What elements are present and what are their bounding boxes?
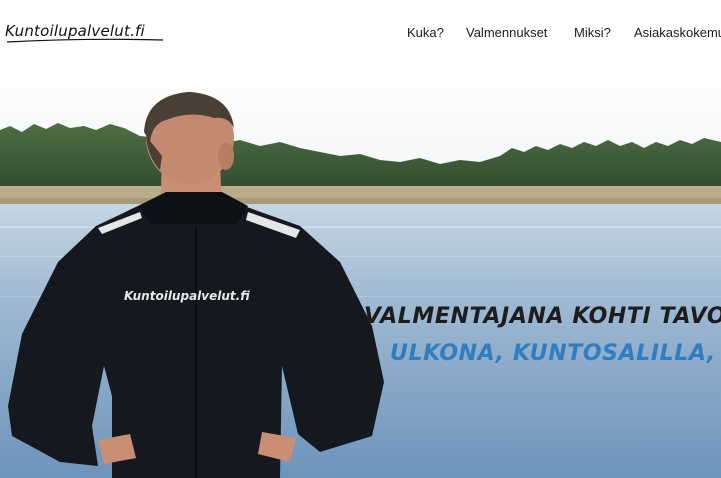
nav-item-asiakaskokemukset[interactable]: Asiakaskokemu (634, 25, 721, 40)
site-header: Kuntoilupalvelut.fi Kuka? Valmennukset M… (0, 0, 721, 66)
nav-item-miksi[interactable]: Miksi? (574, 25, 611, 40)
nav-item-kuka[interactable]: Kuka? (407, 25, 444, 40)
main-nav: Kuka? Valmennukset Miksi? Asiakaskokemu (0, 25, 721, 45)
hero-banner: VALMENTAJANA KOHTI TAVOI ULKONA, KUNTOSA… (0, 66, 721, 478)
hero-subheadline: ULKONA, KUNTOSALILLA, KO (390, 341, 721, 366)
nav-item-valmennukset[interactable]: Valmennukset (466, 25, 547, 40)
jacket-logo-text: Kuntoilupalvelut.fi (124, 289, 250, 303)
hero-image (0, 66, 721, 478)
hero-headline: VALMENTAJANA KOHTI TAVOI (364, 304, 721, 329)
